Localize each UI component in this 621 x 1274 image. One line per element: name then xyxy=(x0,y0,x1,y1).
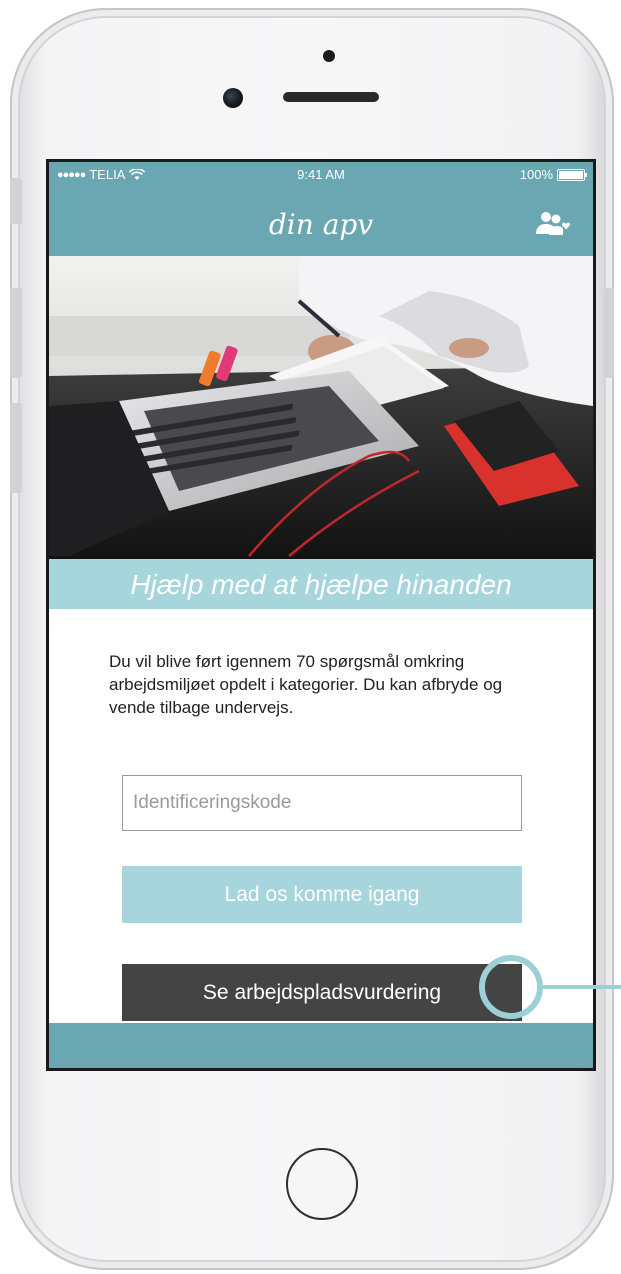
tap-indicator-line xyxy=(543,985,621,989)
start-button[interactable]: Lad os komme igang xyxy=(122,866,522,923)
app-screen: ●●●●● TELIA 9:41 AM 100% din apv Hjælp m… xyxy=(49,162,593,1068)
home-button[interactable] xyxy=(286,1148,358,1220)
app-title: din apv xyxy=(268,208,374,241)
volume-down-button xyxy=(10,403,22,493)
earpiece-speaker xyxy=(283,92,379,102)
mute-switch xyxy=(10,178,22,224)
volume-up-button xyxy=(10,288,22,378)
power-button xyxy=(604,288,614,378)
identification-code-input[interactable] xyxy=(122,775,522,831)
bottom-bar xyxy=(49,1023,593,1068)
battery-percent: 100% xyxy=(519,167,553,182)
hero-image xyxy=(49,256,593,559)
headline: Hjælp med at hjælpe hinanden xyxy=(130,569,512,600)
proximity-sensor-icon xyxy=(323,50,335,62)
headline-band: Hjælp med at hjælpe hinanden xyxy=(49,559,593,609)
users-heart-icon[interactable] xyxy=(535,210,571,238)
phone-screen: ●●●●● TELIA 9:41 AM 100% din apv Hjælp m… xyxy=(46,159,596,1071)
tap-indicator-icon xyxy=(479,955,543,1019)
status-time: 9:41 AM xyxy=(297,167,345,182)
view-assessment-button[interactable]: Se arbejdspladsvurdering xyxy=(122,964,522,1021)
intro-text: Du vil blive ført igennem 70 spørgsmål o… xyxy=(109,652,503,717)
status-right: 100% xyxy=(519,167,587,182)
front-camera-icon xyxy=(223,88,243,108)
status-bar: ●●●●● TELIA 9:41 AM 100% xyxy=(49,162,593,188)
laptop-desk-photo xyxy=(49,256,593,559)
nav-bar: din apv xyxy=(49,188,593,256)
battery-icon xyxy=(557,168,587,181)
